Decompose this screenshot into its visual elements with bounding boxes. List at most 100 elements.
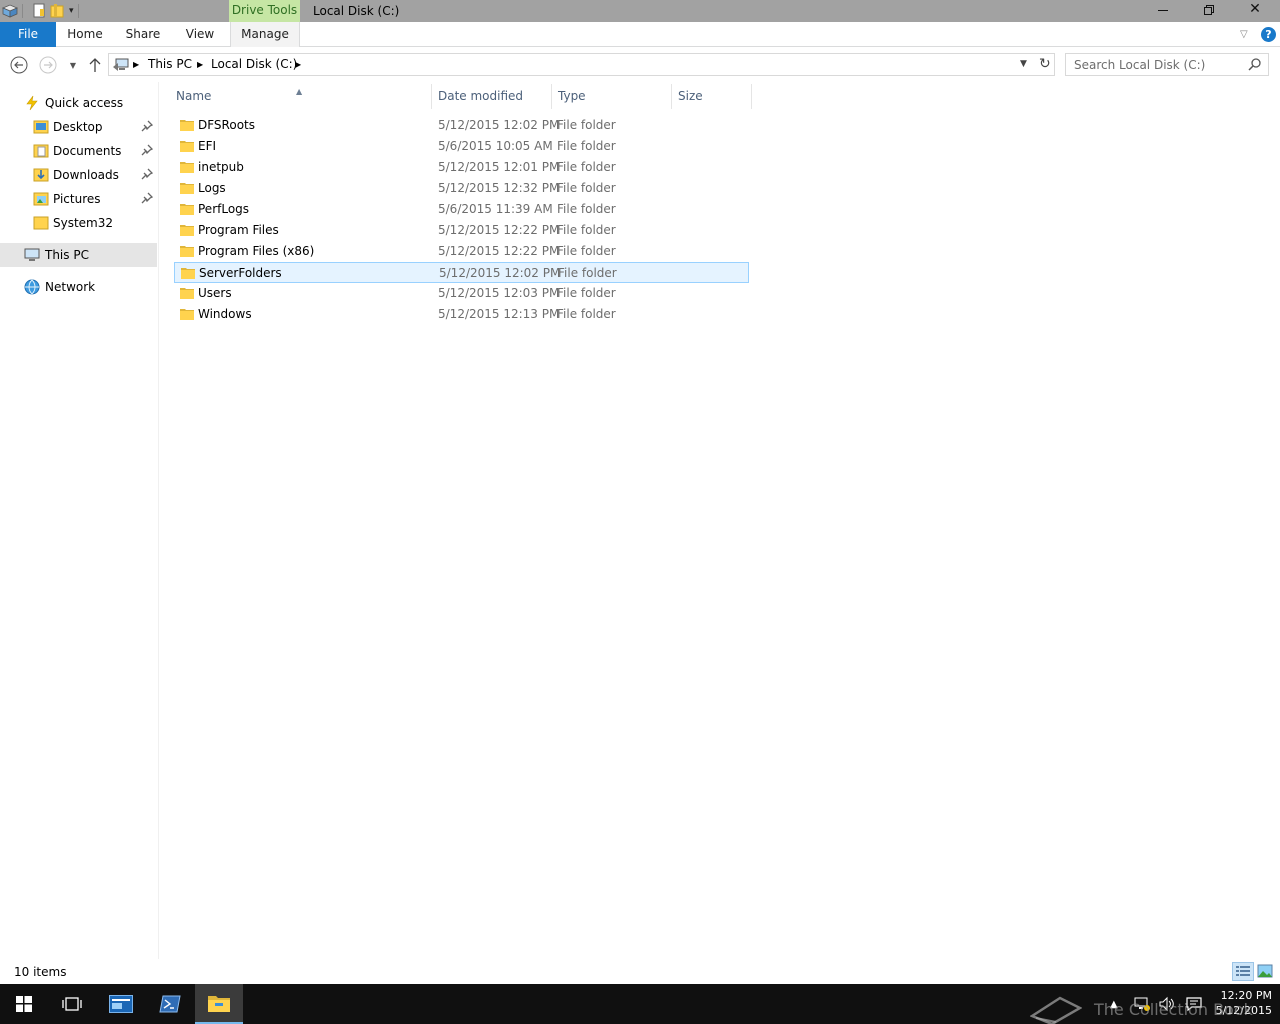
file-explorer-taskbar-button[interactable] <box>195 984 243 1024</box>
help-icon[interactable]: ? <box>1261 27 1276 42</box>
file-row[interactable]: Program Files 5/12/2015 12:22 PM File fo… <box>174 220 749 241</box>
file-row[interactable]: EFI 5/6/2015 10:05 AM File folder <box>174 136 749 157</box>
nav-item-downloads[interactable]: Downloads <box>0 163 157 187</box>
file-type: File folder <box>557 244 616 258</box>
details-view-icon <box>1236 966 1250 976</box>
column-header-name[interactable]: Name ▲ <box>170 84 432 109</box>
nav-item-desktop[interactable]: Desktop <box>0 115 157 139</box>
file-explorer-icon <box>208 996 230 1012</box>
properties-icon[interactable] <box>31 3 47 19</box>
folder-icon <box>180 183 194 194</box>
search-icon[interactable] <box>1248 57 1262 74</box>
restore-button[interactable] <box>1186 0 1232 20</box>
column-label: Type <box>558 89 586 103</box>
drive-tools-context-tab[interactable]: Drive Tools <box>229 0 300 22</box>
breadcrumb-separator-icon[interactable]: ▶ <box>197 54 203 75</box>
pin-icon[interactable] <box>141 168 153 180</box>
task-view-button[interactable] <box>48 984 96 1024</box>
column-header-type[interactable]: Type <box>552 84 672 109</box>
nav-item-documents[interactable]: Documents <box>0 139 157 163</box>
refresh-icon[interactable]: ↻ <box>1039 54 1051 75</box>
pin-icon[interactable] <box>141 120 153 132</box>
expand-ribbon-chevron-icon[interactable]: ▽ <box>1240 29 1248 40</box>
pin-icon[interactable] <box>141 192 153 204</box>
tab-home[interactable]: Home <box>58 22 112 47</box>
nav-item-quick-access[interactable]: Quick access <box>0 91 157 115</box>
file-name: Users <box>198 286 232 300</box>
file-row-selected[interactable]: ServerFolders 5/12/2015 12:02 PM File fo… <box>174 262 749 283</box>
search-input[interactable] <box>1074 56 1242 73</box>
navigation-bar: ▼ ▶ This PC ▶ Local Disk (C:) ▶ ▼ ↻ <box>0 47 1280 82</box>
file-row[interactable]: inetpub 5/12/2015 12:01 PM File folder <box>174 157 749 178</box>
folder-icon <box>181 268 195 279</box>
new-folder-icon[interactable] <box>49 3 65 19</box>
windows-logo-icon <box>16 996 32 1012</box>
column-headers: Name ▲ Date modified Type Size <box>170 84 752 109</box>
this-pc-location-icon <box>112 57 130 76</box>
file-date: 5/12/2015 12:32 PM <box>438 181 560 195</box>
customize-toolbar-chevron-icon[interactable]: ▾ <box>69 6 74 16</box>
tab-file[interactable]: File <box>0 22 56 47</box>
column-header-date-modified[interactable]: Date modified <box>432 84 552 109</box>
address-bar[interactable]: ▶ This PC ▶ Local Disk (C:) ▶ ▼ ↻ <box>108 53 1055 76</box>
nav-label: Desktop <box>53 120 103 134</box>
watermark: The Collection Book <box>1030 994 1253 1024</box>
breadcrumb-separator-icon[interactable]: ▶ <box>295 54 301 75</box>
tab-share[interactable]: Share <box>118 22 168 47</box>
computer-icon <box>24 248 40 261</box>
forward-arrow-icon <box>39 56 57 74</box>
column-header-size[interactable]: Size <box>672 84 752 109</box>
restore-icon <box>1204 5 1214 15</box>
file-type: File folder <box>557 181 616 195</box>
nav-label: This PC <box>45 248 89 262</box>
documents-folder-icon <box>33 144 49 158</box>
powershell-taskbar-button[interactable] <box>146 984 194 1024</box>
close-button[interactable]: ✕ <box>1232 0 1278 20</box>
details-view-button[interactable] <box>1232 962 1254 981</box>
watermark-text: The Collection Book <box>1094 999 1253 1019</box>
back-button[interactable] <box>10 56 28 74</box>
recent-locations-chevron-icon[interactable]: ▼ <box>64 56 82 74</box>
address-history-chevron-icon[interactable]: ▼ <box>1020 54 1027 75</box>
up-button[interactable] <box>86 56 104 74</box>
pin-icon[interactable] <box>141 144 153 156</box>
tab-view[interactable]: View <box>178 22 222 47</box>
breadcrumb-this-pc[interactable]: This PC <box>148 54 192 75</box>
file-row[interactable]: Logs 5/12/2015 12:32 PM File folder <box>174 178 749 199</box>
nav-item-pictures[interactable]: Pictures <box>0 187 157 211</box>
folder-icon <box>180 309 194 320</box>
file-name: EFI <box>198 139 217 153</box>
breadcrumb-local-disk[interactable]: Local Disk (C:) <box>211 54 297 75</box>
server-manager-taskbar-button[interactable] <box>97 984 145 1024</box>
forward-button[interactable] <box>39 56 57 74</box>
file-row[interactable]: PerfLogs 5/6/2015 11:39 AM File folder <box>174 199 749 220</box>
column-label: Size <box>678 89 703 103</box>
nav-item-system32[interactable]: System32 <box>0 211 157 235</box>
large-icons-view-button[interactable] <box>1257 964 1273 978</box>
file-row[interactable]: Users 5/12/2015 12:03 PM File folder <box>174 283 749 304</box>
quick-access-toolbar: ▾ <box>0 0 85 22</box>
folder-icon <box>180 288 194 299</box>
network-icon <box>24 279 40 295</box>
search-box[interactable] <box>1065 53 1269 76</box>
file-date: 5/6/2015 10:05 AM <box>438 139 553 153</box>
minimize-icon <box>1158 10 1168 11</box>
nav-item-network[interactable]: Network <box>0 275 157 299</box>
tab-manage[interactable]: Manage <box>230 22 300 47</box>
file-date: 5/12/2015 12:22 PM <box>438 244 560 258</box>
item-count: 10 items <box>14 965 67 979</box>
minimize-button[interactable] <box>1140 0 1186 20</box>
file-name: inetpub <box>198 160 244 174</box>
file-row[interactable]: DFSRoots 5/12/2015 12:02 PM File folder <box>174 115 749 136</box>
file-date: 5/12/2015 12:03 PM <box>438 286 560 300</box>
close-icon: ✕ <box>1249 1 1261 17</box>
file-row[interactable]: Windows 5/12/2015 12:13 PM File folder <box>174 304 749 325</box>
file-date: 5/6/2015 11:39 AM <box>438 202 553 216</box>
file-name: Windows <box>198 307 252 321</box>
start-button[interactable] <box>0 984 48 1024</box>
file-row[interactable]: Program Files (x86) 5/12/2015 12:22 PM F… <box>174 241 749 262</box>
nav-item-this-pc[interactable]: This PC <box>0 243 157 267</box>
explorer-app-icon[interactable] <box>2 3 18 19</box>
breadcrumb-separator-icon[interactable]: ▶ <box>133 54 139 75</box>
pictures-folder-icon <box>33 192 49 206</box>
